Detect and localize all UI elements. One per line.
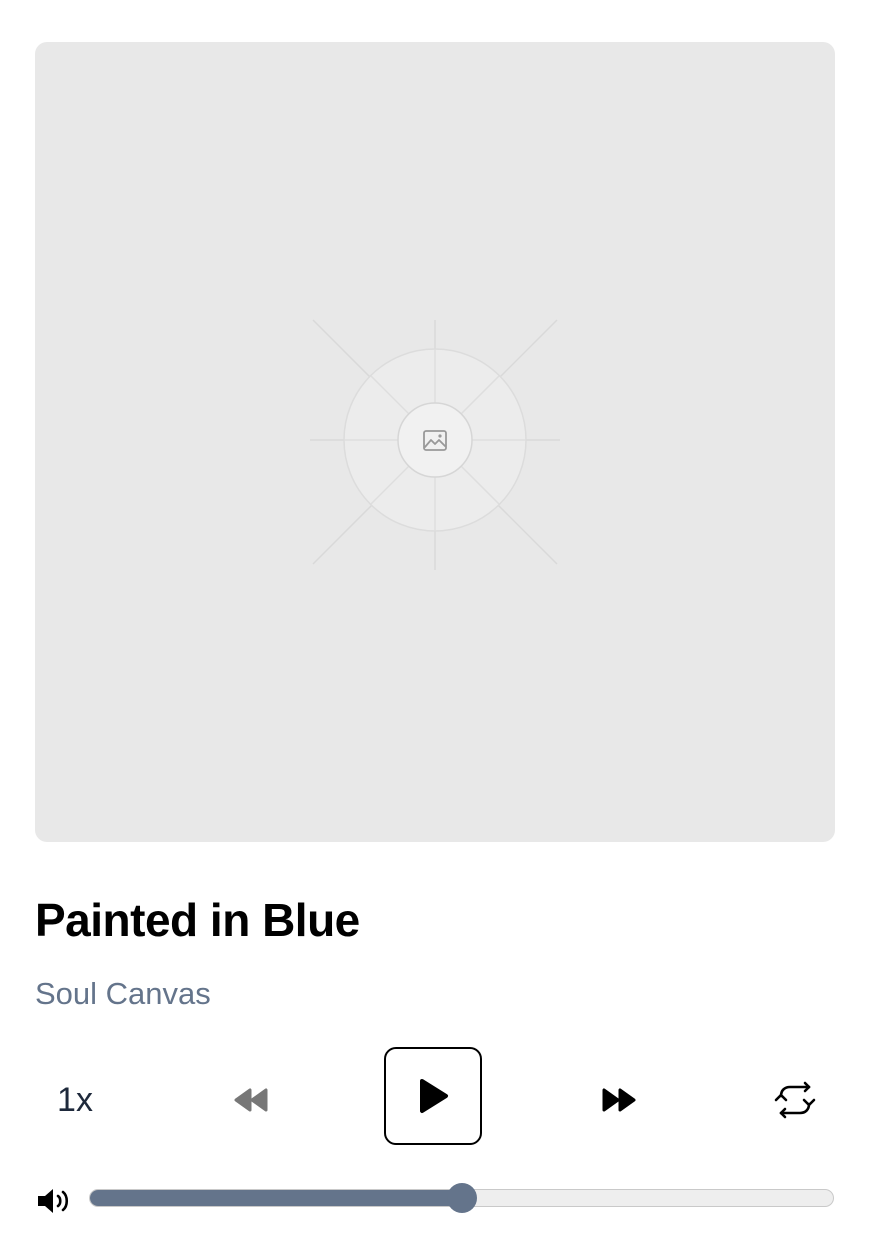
- album-artwork: [35, 42, 835, 842]
- volume-icon: [38, 1189, 69, 1213]
- audio-player: Painted in Blue Soul Canvas 1x: [0, 0, 872, 1260]
- track-artist[interactable]: Soul Canvas: [35, 976, 211, 1012]
- play-icon: [420, 1079, 448, 1113]
- volume-slider[interactable]: [89, 1183, 834, 1213]
- fast-forward-button[interactable]: [588, 1070, 652, 1130]
- playback-speed-button[interactable]: 1x: [40, 1070, 110, 1130]
- repeat-icon: [774, 1081, 816, 1119]
- volume-thumb[interactable]: [447, 1183, 477, 1213]
- rewind-icon: [234, 1088, 268, 1112]
- play-button[interactable]: [384, 1047, 482, 1145]
- fast-forward-icon: [602, 1088, 636, 1112]
- volume-button[interactable]: [35, 1185, 73, 1217]
- repeat-button[interactable]: [765, 1070, 825, 1130]
- rewind-button[interactable]: [218, 1070, 282, 1130]
- artwork-placeholder: [310, 319, 560, 570]
- placeholder-inner-circle: [397, 402, 473, 478]
- track-title: Painted in Blue: [35, 894, 360, 946]
- volume-fill: [90, 1190, 463, 1206]
